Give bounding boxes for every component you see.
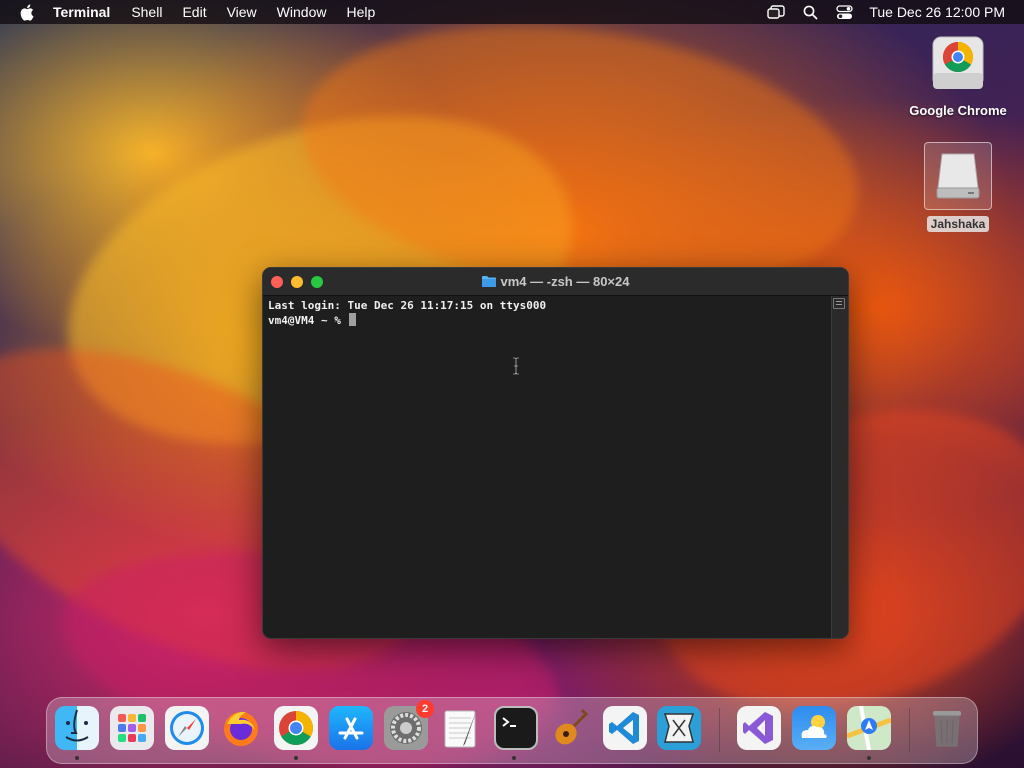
dock-jahshaka[interactable] bbox=[657, 706, 701, 750]
dock-finder[interactable] bbox=[55, 706, 99, 750]
control-center-icon[interactable] bbox=[835, 4, 853, 20]
desktop-icon-jahshaka[interactable]: Jahshaka bbox=[908, 142, 1008, 232]
terminal-line: Last login: Tue Dec 26 11:17:15 on ttys0… bbox=[268, 299, 547, 312]
app-store-icon bbox=[338, 717, 364, 740]
stage-manager-icon[interactable] bbox=[767, 4, 786, 20]
menu-shell[interactable]: Shell bbox=[131, 4, 162, 20]
dock-garageband[interactable] bbox=[548, 706, 592, 750]
terminal-titlebar[interactable]: vm4 — -zsh — 80×24 bbox=[263, 268, 848, 296]
window-title-text: vm4 — -zsh — 80×24 bbox=[500, 274, 630, 289]
dock-maps[interactable] bbox=[846, 705, 892, 751]
dock-visual-studio[interactable] bbox=[737, 706, 781, 750]
menu-view[interactable]: View bbox=[227, 4, 257, 20]
desktop-icon-google-chrome[interactable]: Google Chrome bbox=[908, 33, 1008, 118]
firefox-icon bbox=[224, 711, 258, 746]
menubar-clock[interactable]: Tue Dec 26 12:00 PM bbox=[869, 4, 1005, 20]
menu-help[interactable]: Help bbox=[346, 4, 375, 20]
external-drive-icon bbox=[936, 153, 980, 199]
visual-studio-icon bbox=[743, 712, 773, 744]
terminal-prompt-line[interactable]: vm4@VM4 ~ % bbox=[268, 313, 827, 328]
dock-textedit[interactable] bbox=[439, 706, 483, 750]
dock-terminal[interactable] bbox=[494, 706, 538, 750]
menu-window[interactable]: Window bbox=[277, 4, 327, 20]
dock-vscode[interactable] bbox=[603, 706, 647, 750]
menu-app-terminal[interactable]: Terminal bbox=[53, 4, 110, 20]
terminal-window[interactable]: vm4 — -zsh — 80×24 Last login: Tue Dec 2… bbox=[262, 267, 849, 639]
dock-weather[interactable] bbox=[792, 706, 836, 750]
notification-badge: 2 bbox=[416, 700, 434, 718]
split-pane-icon[interactable] bbox=[833, 298, 845, 309]
running-indicator bbox=[867, 756, 871, 760]
dock-trash[interactable] bbox=[925, 706, 969, 750]
desktop-icon-label: Jahshaka bbox=[926, 216, 990, 232]
textedit-icon bbox=[444, 709, 477, 748]
guitar-icon bbox=[555, 708, 589, 745]
dock-system-settings[interactable]: 2 bbox=[384, 700, 434, 750]
running-indicator bbox=[294, 756, 298, 760]
ibeam-cursor-icon bbox=[513, 357, 519, 375]
vscode-icon bbox=[609, 712, 639, 744]
terminal-scrollbar[interactable] bbox=[831, 296, 848, 638]
terminal-prompt: vm4@VM4 ~ % bbox=[268, 314, 348, 327]
trash-icon bbox=[933, 711, 961, 747]
running-indicator bbox=[512, 756, 516, 760]
chrome-installer-icon bbox=[930, 33, 986, 95]
running-indicator bbox=[75, 756, 79, 760]
menu-edit[interactable]: Edit bbox=[182, 4, 206, 20]
dock-firefox[interactable] bbox=[219, 706, 263, 750]
folder-icon bbox=[481, 276, 496, 287]
dock-separator bbox=[719, 708, 720, 752]
dock-separator bbox=[909, 708, 910, 752]
dock-app-store[interactable] bbox=[329, 706, 373, 750]
dock-safari[interactable] bbox=[165, 706, 209, 750]
desktop-icon-label: Google Chrome bbox=[909, 103, 1007, 118]
dock-launchpad[interactable] bbox=[110, 706, 154, 750]
launchpad-icon bbox=[118, 714, 146, 742]
apple-icon[interactable] bbox=[19, 4, 35, 21]
finder-icon bbox=[65, 709, 89, 742]
safari-icon bbox=[170, 711, 204, 745]
terminal-output[interactable]: Last login: Tue Dec 26 11:17:15 on ttys0… bbox=[263, 296, 832, 638]
text-cursor bbox=[349, 313, 357, 326]
terminal-icon bbox=[502, 717, 516, 727]
dock-google-chrome[interactable] bbox=[274, 706, 318, 750]
dock: 2 bbox=[46, 697, 978, 764]
chrome-icon bbox=[279, 711, 313, 745]
jahshaka-icon bbox=[663, 713, 695, 743]
weather-icon bbox=[801, 715, 827, 738]
window-title: vm4 — -zsh — 80×24 bbox=[263, 274, 848, 289]
menu-bar: Terminal Shell Edit View Window Help Tue… bbox=[0, 0, 1024, 24]
maps-icon bbox=[846, 705, 892, 751]
spotlight-search-icon[interactable] bbox=[801, 4, 819, 20]
